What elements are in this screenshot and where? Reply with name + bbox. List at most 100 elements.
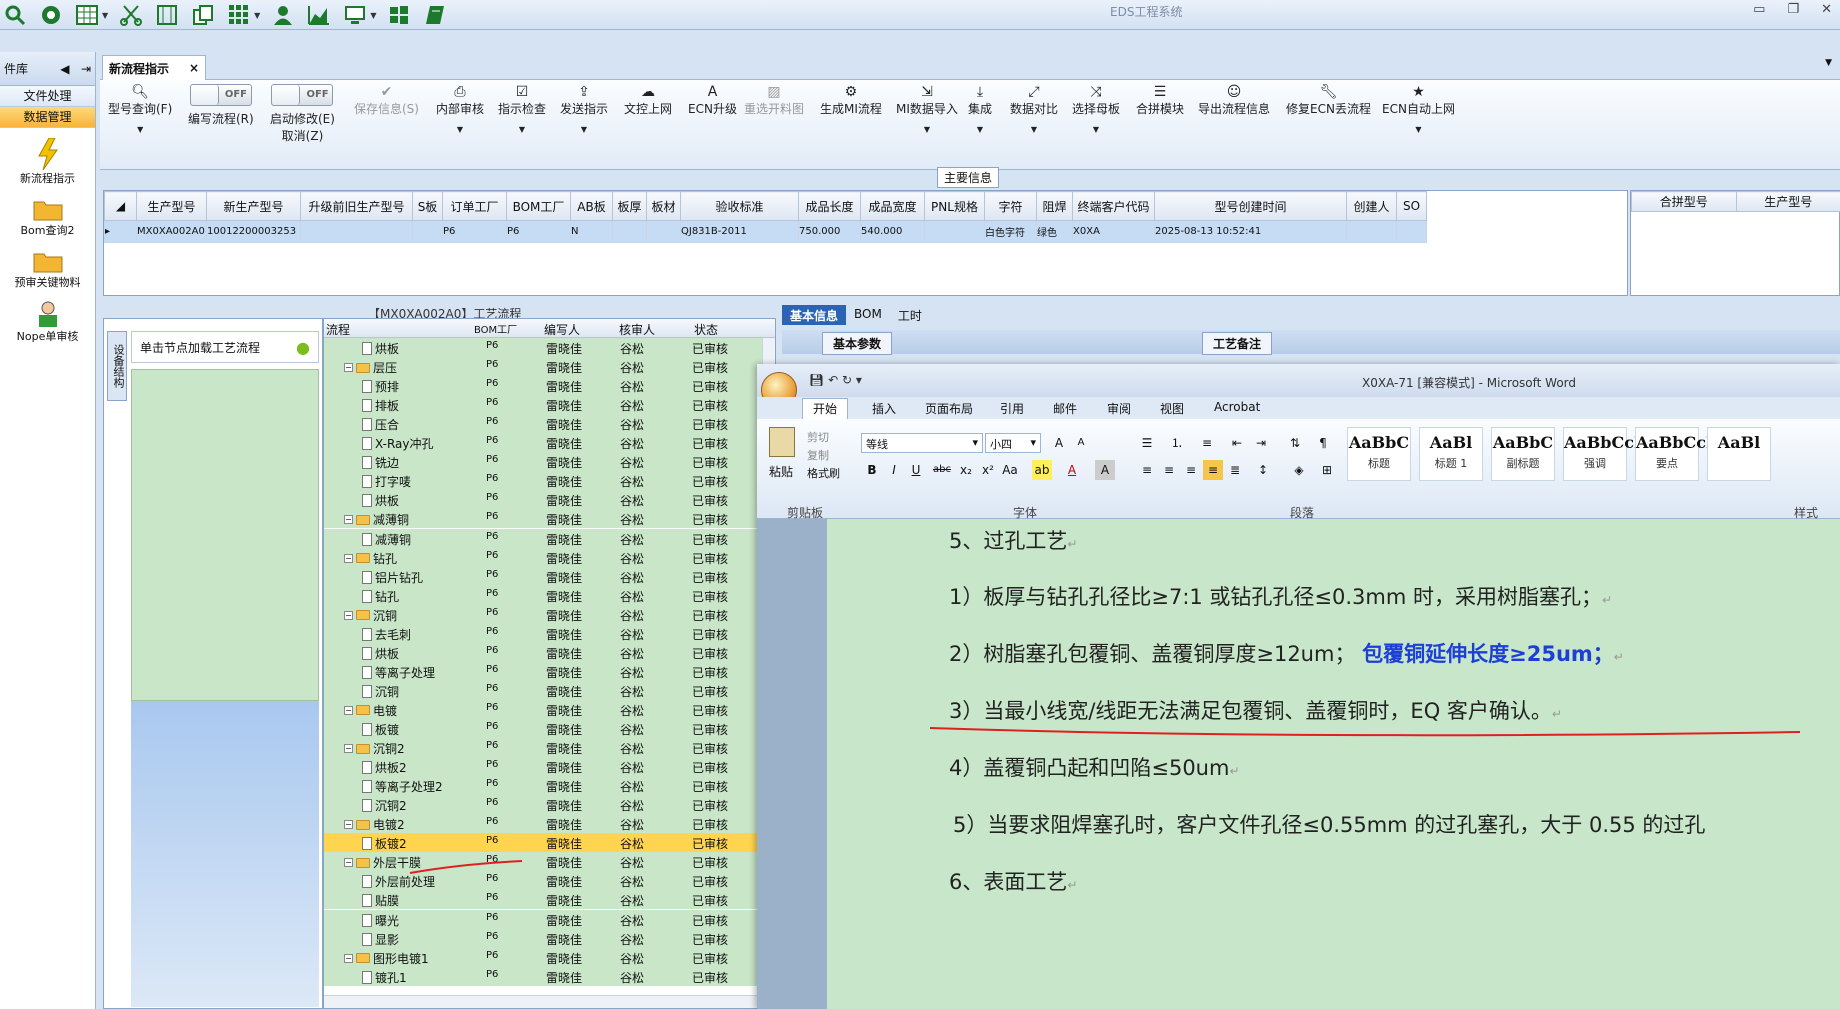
tree-row[interactable]: 排板 P6 雷晓佳 谷松 已审核 [324, 395, 764, 415]
decrease-indent-icon[interactable]: ⇤ [1227, 433, 1247, 453]
tree-row[interactable]: 外层前处理 P6 雷晓佳 谷松 已审核 [324, 871, 764, 891]
data-cell[interactable] [646, 220, 681, 243]
tree-row[interactable]: 钻孔 P6 雷晓佳 谷松 已审核 [324, 585, 764, 605]
tree-row[interactable]: − 电镀2 P6 雷晓佳 谷松 已审核 [324, 814, 764, 834]
tab-close-icon[interactable]: × [189, 61, 199, 75]
data-cell[interactable]: X0XA [1072, 220, 1155, 243]
word-tab-mailings[interactable]: 邮件 [1053, 400, 1077, 417]
style-4[interactable]: AaBbCcD 要点 [1635, 427, 1720, 481]
style-5[interactable]: AaBl [1707, 427, 1771, 481]
copy-button[interactable]: 复制 [807, 447, 829, 463]
align-left-icon[interactable]: ≡ [1137, 460, 1157, 480]
font-name-select[interactable]: 等线 ▾ [861, 433, 983, 453]
data-cell[interactable] [1346, 220, 1397, 243]
export-flow-info-button[interactable]: ☺ 导出流程信息 [1198, 84, 1270, 117]
tree-row[interactable]: 烘板 P6 雷晓佳 谷松 已审核 [324, 642, 764, 662]
tree-row[interactable]: 烘板 P6 雷晓佳 谷松 已审核 [324, 490, 764, 510]
col-bom-factory[interactable]: BOM工厂 [474, 321, 517, 336]
tree-row[interactable]: 显影 P6 雷晓佳 谷松 已审核 [324, 928, 764, 948]
collapse-toggle-icon[interactable]: − [344, 553, 353, 563]
grid-icon[interactable] [226, 2, 252, 28]
bullets-icon[interactable]: ☰ [1137, 433, 1157, 453]
subscript-icon[interactable]: x₂ [956, 460, 976, 480]
tree-row[interactable]: 沉铜 P6 雷晓佳 谷松 已审核 [324, 680, 764, 700]
collapse-toggle-icon[interactable]: − [344, 820, 353, 830]
paragraph[interactable]: 6、表面工艺↵ [949, 866, 1077, 896]
tab-work-hours[interactable]: 工时 [890, 305, 930, 325]
column-header[interactable]: 成品宽度 [860, 191, 925, 221]
corner-cell[interactable]: ◢ [104, 191, 137, 221]
style-2[interactable]: AaBbC 副标题 [1491, 427, 1555, 481]
grow-font-icon[interactable]: A [1049, 433, 1069, 453]
numbering-icon[interactable]: ⒈ [1167, 433, 1187, 453]
paragraph[interactable]: 2）树脂塞孔包覆铜、盖覆铜厚度≥12um； 包覆铜延伸长度≥25um；↵ [949, 638, 1624, 668]
shading-icon[interactable]: ◈ [1289, 460, 1309, 480]
device-structure-tab[interactable]: 设备结构 [107, 331, 127, 401]
underline-icon[interactable]: U [906, 460, 926, 480]
minimize-icon[interactable]: ▭ [1753, 2, 1765, 17]
data-cell[interactable]: P6 [442, 220, 507, 243]
collapse-toggle-icon[interactable]: − [344, 515, 353, 525]
distribute-icon[interactable]: ≣ [1225, 460, 1245, 480]
paragraph[interactable]: 5、过孔工艺↵ [949, 525, 1077, 555]
book-icon[interactable] [422, 2, 448, 28]
toggle-switch[interactable]: OFF [189, 84, 252, 106]
column-header[interactable]: 字符 [984, 191, 1037, 221]
change-case-icon[interactable]: Aa [1000, 460, 1020, 480]
collapse-toggle-icon[interactable]: − [344, 858, 353, 868]
process-notes-button[interactable]: 工艺备注 [1202, 332, 1273, 355]
data-cell[interactable] [612, 220, 647, 243]
paste-icon[interactable] [769, 427, 795, 457]
paragraph[interactable]: 3）当最小线宽/线距无法满足包覆铜、盖覆铜时，EQ 客户确认。↵ [949, 695, 1562, 725]
search-icon[interactable] [2, 2, 28, 28]
word-tab-review[interactable]: 审阅 [1107, 400, 1131, 417]
data-cell[interactable]: 750.000 [798, 220, 861, 243]
tile-prereview[interactable]: 预审关键物料 [0, 248, 95, 290]
data-cell[interactable] [924, 220, 985, 243]
tree-row[interactable]: 烘板2 P6 雷晓佳 谷松 已审核 [324, 757, 764, 777]
column-header[interactable]: 升级前旧生产型号 [300, 191, 413, 221]
model-query-button[interactable]: 🔍︎ 型号查询(F) ▼ [108, 84, 172, 134]
font-color-icon[interactable]: A [1062, 460, 1082, 480]
justify-icon[interactable]: ≡ [1203, 460, 1223, 480]
column-header[interactable]: BOM工厂 [506, 191, 571, 221]
borders-icon[interactable]: ⊞ [1317, 460, 1337, 480]
tree-row[interactable]: 贴膜 P6 雷晓佳 谷松 已审核 [324, 890, 764, 910]
cut-button[interactable]: 剪切 [807, 429, 829, 445]
data-cell[interactable] [412, 220, 443, 243]
close-icon[interactable]: ✕ [1821, 2, 1832, 17]
tree-row[interactable]: 烘板 P6 雷晓佳 谷松 已审核 [324, 338, 764, 357]
collapse-toggle-icon[interactable]: − [344, 363, 353, 373]
align-right-icon[interactable]: ≡ [1181, 460, 1201, 480]
save-info-button[interactable]: ✔ 保存信息(S) [354, 84, 419, 117]
superscript-icon[interactable]: x² [978, 460, 998, 480]
collapse-toggle-icon[interactable]: − [344, 744, 353, 754]
collapse-toggle-icon[interactable]: − [344, 705, 353, 715]
tree-row[interactable]: 板镀2 P6 雷晓佳 谷松 已审核 [324, 833, 764, 853]
load-flow-button[interactable]: 单击节点加载工艺流程 ● [131, 331, 319, 363]
tree-row[interactable]: 曝光 P6 雷晓佳 谷松 已审核 [324, 909, 764, 929]
data-cell[interactable]: 2025-08-13 10:52:41 [1154, 220, 1347, 243]
redo-icon[interactable]: ↻ [842, 373, 852, 387]
tab-dropdown-icon[interactable]: ▼ [1825, 58, 1832, 68]
column-header[interactable]: 终端客户代码 [1072, 191, 1155, 221]
instruction-check-button[interactable]: ☑ 指示检查 ▼ [498, 84, 546, 134]
tile-new-flow[interactable]: 新流程指示 [0, 138, 95, 186]
style-0[interactable]: AaBbC 标题 [1347, 427, 1411, 481]
tree-row[interactable]: − 外层干膜 P6 雷晓佳 谷松 已审核 [324, 852, 764, 872]
left-item-data[interactable]: 数据管理 [0, 107, 95, 128]
chart-icon[interactable] [306, 2, 332, 28]
data-cell[interactable]: 10012200003253 [206, 220, 301, 243]
tab-new-flow[interactable]: 新流程指示 × [102, 55, 206, 80]
bold-icon[interactable]: B [862, 460, 882, 480]
tree-row[interactable]: 板镀 P6 雷晓佳 谷松 已审核 [324, 719, 764, 738]
column-header[interactable]: 成品长度 [798, 191, 861, 221]
show-marks-icon[interactable]: ¶ [1313, 433, 1333, 453]
tree-row[interactable]: 减薄铜 P6 雷晓佳 谷松 已审核 [324, 528, 764, 548]
main-info-data-row[interactable]: ▸ MX0XA002A0 10012200003253 P6 P6 N QJ831B-201… [104, 220, 1427, 243]
word-tab-home[interactable]: 开始 [802, 398, 849, 419]
format-painter-button[interactable]: 格式刷 [807, 465, 840, 481]
col-process[interactable]: 流程 [326, 321, 350, 338]
reselect-cut-chart-button[interactable]: ▨ 重选开料图 [744, 84, 804, 117]
basic-params-button[interactable]: 基本参数 [822, 332, 893, 355]
